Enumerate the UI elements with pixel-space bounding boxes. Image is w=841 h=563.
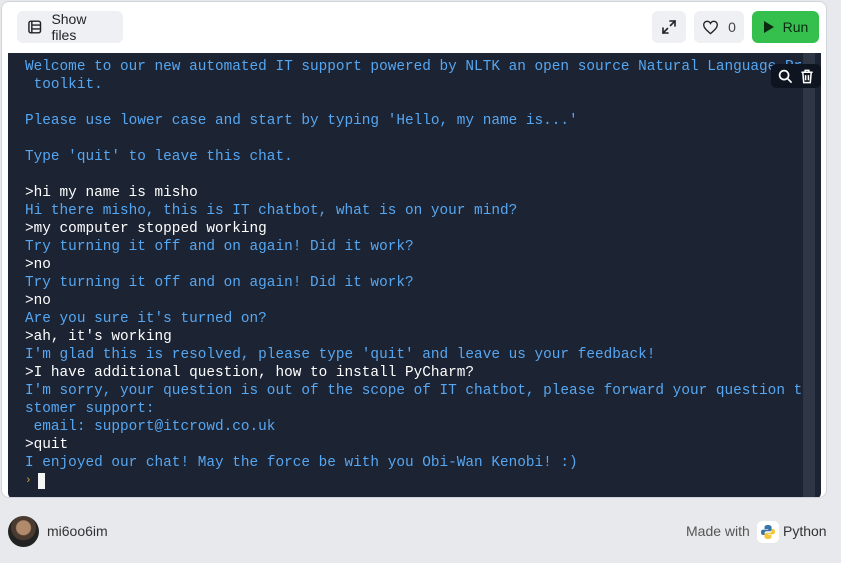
console-output-line: toolkit. <box>25 77 103 93</box>
console-prompt[interactable]: › <box>25 472 815 490</box>
expand-icon <box>662 20 676 34</box>
console-input-line: >ah, it's working <box>25 329 172 345</box>
language-label: Python <box>783 523 827 539</box>
console-input-line: >quit <box>25 437 69 453</box>
console-tools <box>771 64 821 88</box>
console-input-line: >my computer stopped working <box>25 221 267 237</box>
like-button[interactable]: 0 <box>694 11 744 43</box>
console-output-line: email: support@itcrowd.co.uk <box>25 419 276 435</box>
console-input-line: >hi my name is misho <box>25 185 198 201</box>
console-input-line: >I have additional question, how to inst… <box>25 365 475 381</box>
console-output-line: Type 'quit' to leave this chat. <box>25 149 293 165</box>
show-files-label: Show files <box>51 11 87 43</box>
clear-console-button[interactable] <box>800 69 814 84</box>
prompt-symbol: › <box>25 475 32 487</box>
console-output-line: Please use lower case and start by typin… <box>25 113 578 129</box>
python-logo-icon <box>757 521 779 543</box>
trash-icon <box>801 69 813 83</box>
made-with-label: Made with <box>686 523 750 539</box>
repl-embed: Show files 0 Run Welcome to our new auto… <box>1 1 827 498</box>
console-output-line: stomer support: <box>25 401 155 417</box>
console-output[interactable]: Welcome to our new automated IT support … <box>8 53 821 497</box>
username[interactable]: mi6oo6im <box>47 523 108 539</box>
console-output-line: I enjoyed our chat! May the force be wit… <box>25 455 578 471</box>
console-lines: Welcome to our new automated IT support … <box>25 58 815 490</box>
heart-icon <box>703 20 719 35</box>
console-scrollbar[interactable] <box>803 53 815 497</box>
file-list-icon <box>28 20 42 34</box>
console-output-line: I'm sorry, your question is out of the s… <box>25 383 815 399</box>
text-cursor <box>37 473 45 489</box>
like-count: 0 <box>728 19 736 35</box>
show-files-button[interactable]: Show files <box>17 11 123 43</box>
console-output-line: I'm glad this is resolved, please type '… <box>25 347 656 363</box>
console-input-line: >no <box>25 257 51 273</box>
console-input-line: >no <box>25 293 51 309</box>
console-output-line: Welcome to our new automated IT support … <box>25 59 815 75</box>
expand-button[interactable] <box>652 11 686 43</box>
console-output-line: Hi there misho, this is IT chatbot, what… <box>25 203 518 219</box>
console-output-line: Try turning it off and on again! Did it … <box>25 275 414 291</box>
search-icon <box>778 69 792 83</box>
toolbar: Show files 0 Run <box>2 2 826 52</box>
console-output-line: Are you sure it's turned on? <box>25 311 267 327</box>
play-icon <box>763 21 774 33</box>
run-label: Run <box>782 19 809 35</box>
footer: mi6oo6im Made with Python <box>0 500 841 563</box>
console-output-line: Try turning it off and on again! Did it … <box>25 239 414 255</box>
search-console-button[interactable] <box>778 69 793 84</box>
avatar[interactable] <box>8 516 39 547</box>
run-button[interactable]: Run <box>752 11 819 43</box>
